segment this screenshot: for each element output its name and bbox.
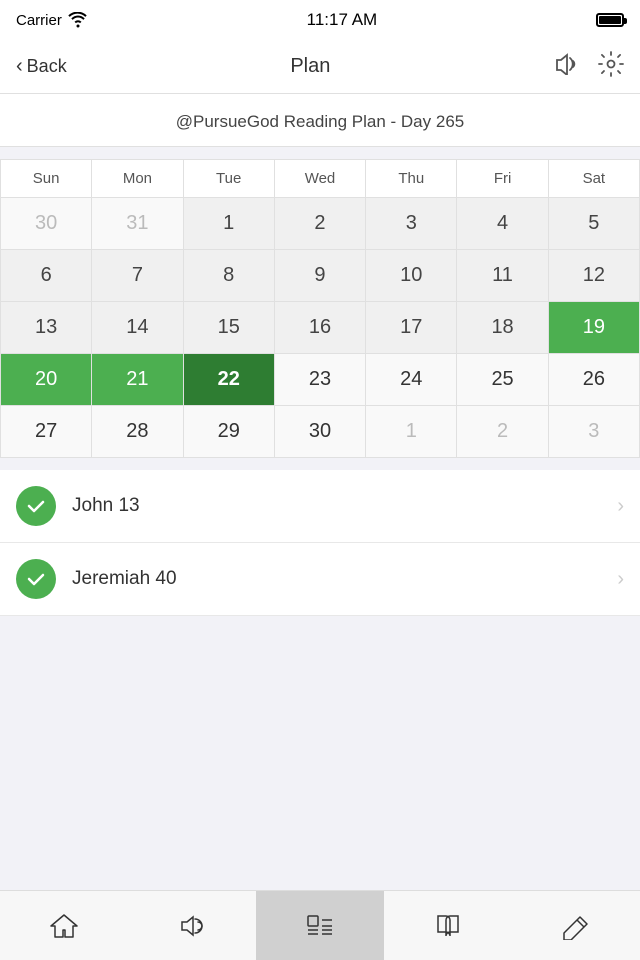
- status-time: 11:17 AM: [307, 10, 378, 30]
- cal-cell[interactable]: 18: [457, 302, 548, 354]
- cal-cell[interactable]: 15: [184, 302, 275, 354]
- plan-tab-icon: [304, 912, 336, 940]
- status-bar: Carrier 11:17 AM: [0, 0, 640, 40]
- cal-cell[interactable]: 29: [184, 406, 275, 458]
- chevron-right-icon: ›: [617, 495, 624, 518]
- book-tab-icon: [432, 912, 464, 940]
- cal-cell[interactable]: 1: [184, 198, 275, 250]
- tab-home[interactable]: [0, 891, 128, 960]
- cal-cell-22-today[interactable]: 22: [184, 354, 275, 406]
- cal-cell[interactable]: 30: [1, 198, 92, 250]
- reading-label-john: John 13: [72, 495, 617, 517]
- cal-cell[interactable]: 30: [275, 406, 366, 458]
- reading-label-jeremiah: Jeremiah 40: [72, 568, 617, 590]
- chevron-right-icon: ›: [617, 568, 624, 591]
- cal-header-tue: Tue: [184, 160, 275, 198]
- calendar-grid: Sun Mon Tue Wed Thu Fri Sat 30 31 1 2 3 …: [0, 159, 640, 458]
- cal-cell[interactable]: 8: [184, 250, 275, 302]
- cal-cell[interactable]: 24: [366, 354, 457, 406]
- edit-tab-icon: [560, 912, 592, 940]
- cal-cell[interactable]: 14: [92, 302, 183, 354]
- check-icon-john: [16, 486, 56, 526]
- cal-cell[interactable]: 28: [92, 406, 183, 458]
- back-label: Back: [27, 56, 67, 77]
- wifi-icon: [68, 12, 88, 28]
- carrier-label: Carrier: [16, 12, 62, 29]
- cal-header-mon: Mon: [92, 160, 183, 198]
- cal-cell[interactable]: 5: [549, 198, 640, 250]
- cal-cell[interactable]: 4: [457, 198, 548, 250]
- cal-cell[interactable]: 25: [457, 354, 548, 406]
- cal-cell[interactable]: 2: [457, 406, 548, 458]
- sound-tab-icon: [176, 912, 208, 940]
- cal-header-fri: Fri: [457, 160, 548, 198]
- back-chevron-icon: ‹: [16, 55, 23, 78]
- tab-bar: [0, 890, 640, 960]
- reading-list: John 13 › Jeremiah 40 ›: [0, 470, 640, 616]
- cal-cell[interactable]: 3: [366, 198, 457, 250]
- cal-cell[interactable]: 6: [1, 250, 92, 302]
- tab-sound[interactable]: [128, 891, 256, 960]
- cal-cell[interactable]: 1: [366, 406, 457, 458]
- cal-header-thu: Thu: [366, 160, 457, 198]
- back-button[interactable]: ‹ Back: [16, 55, 67, 78]
- cal-cell[interactable]: 26: [549, 354, 640, 406]
- cal-cell-21[interactable]: 21: [92, 354, 183, 406]
- cal-cell[interactable]: 11: [457, 250, 548, 302]
- nav-bar: ‹ Back Plan: [0, 40, 640, 94]
- cal-cell[interactable]: 2: [275, 198, 366, 250]
- check-icon-jeremiah: [16, 559, 56, 599]
- nav-title: Plan: [290, 55, 330, 78]
- tab-edit[interactable]: [512, 891, 640, 960]
- cal-cell[interactable]: 9: [275, 250, 366, 302]
- sound-icon[interactable]: [554, 53, 580, 81]
- cal-header-wed: Wed: [275, 160, 366, 198]
- status-battery: [596, 13, 624, 27]
- cal-header-sat: Sat: [549, 160, 640, 198]
- cal-cell[interactable]: 16: [275, 302, 366, 354]
- status-left: Carrier: [16, 12, 88, 29]
- cal-cell[interactable]: 31: [92, 198, 183, 250]
- cal-cell[interactable]: 27: [1, 406, 92, 458]
- cal-cell[interactable]: 12: [549, 250, 640, 302]
- settings-icon[interactable]: [598, 51, 624, 83]
- home-icon: [48, 912, 80, 940]
- cal-cell-20[interactable]: 20: [1, 354, 92, 406]
- reading-item-jeremiah[interactable]: Jeremiah 40 ›: [0, 543, 640, 616]
- tab-book[interactable]: [384, 891, 512, 960]
- battery-icon: [596, 13, 624, 27]
- calendar: Sun Mon Tue Wed Thu Fri Sat 30 31 1 2 3 …: [0, 159, 640, 458]
- reading-item-john[interactable]: John 13 ›: [0, 470, 640, 543]
- cal-cell-19[interactable]: 19: [549, 302, 640, 354]
- nav-right: [554, 51, 624, 83]
- cal-cell[interactable]: 10: [366, 250, 457, 302]
- cal-header-sun: Sun: [1, 160, 92, 198]
- cal-cell[interactable]: 7: [92, 250, 183, 302]
- cal-cell[interactable]: 13: [1, 302, 92, 354]
- cal-cell[interactable]: 3: [549, 406, 640, 458]
- cal-cell[interactable]: 23: [275, 354, 366, 406]
- tab-plan[interactable]: [256, 891, 384, 960]
- cal-cell[interactable]: 17: [366, 302, 457, 354]
- plan-title: @PursueGod Reading Plan - Day 265: [0, 94, 640, 147]
